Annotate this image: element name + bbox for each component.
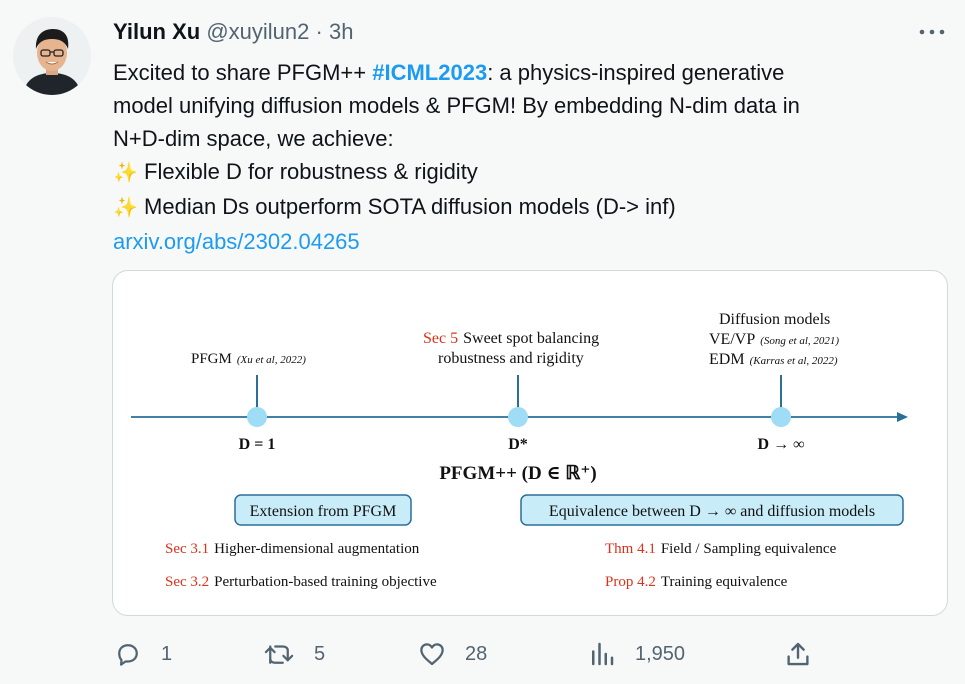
node-dinf xyxy=(771,407,791,427)
thm41-ref: Thm 4.1 xyxy=(605,541,656,557)
tweet-bullet-2: Median Ds outperform SOTA diffusion mode… xyxy=(137,194,676,219)
author-name[interactable]: Yilun Xu xyxy=(113,19,200,44)
sec31-text: Higher-dimensional augmentation xyxy=(214,541,420,557)
prop42-ref: Prop 4.2 xyxy=(605,574,656,590)
edm-label: EDM xyxy=(709,351,745,368)
like-button[interactable]: 28 xyxy=(417,636,487,672)
reply-icon xyxy=(118,644,138,666)
tweet-bullet-1: Flexible D for robustness & rigidity xyxy=(137,159,478,184)
sec32-text: Perturbation-based training objective xyxy=(214,574,437,590)
sec5-ref: Sec 5 xyxy=(423,330,458,347)
svg-text:PFGM(Xu et al, 2022): PFGM (Xu et al, 2022) xyxy=(191,351,306,367)
heart-icon xyxy=(420,643,444,666)
svg-text:Sec 5Sweet spot balancing: Sec 5 Sweet spot balancing xyxy=(423,330,599,347)
reply-button[interactable]: 1 xyxy=(113,636,172,672)
tweet-text-l2: model unifying diffusion models & PFGM! … xyxy=(113,93,800,118)
tweet-text-l3: N+D-dim space, we achieve: xyxy=(113,126,394,151)
tweet-text-l1-pre: Excited to share PFGM++ xyxy=(113,60,373,85)
svg-text:VE/VP(Song et al, 2021): VE/VP (Song et al, 2021) xyxy=(709,331,839,348)
box-equivalence-label: Equivalence between D → ∞ and diffusion … xyxy=(549,503,875,520)
dinf-label: D → ∞ xyxy=(758,436,805,453)
timestamp[interactable]: 3h xyxy=(329,19,353,44)
views-count: 1,950 xyxy=(635,642,686,665)
retweet-count: 5 xyxy=(314,642,326,665)
figure-title: PFGM++ (D ∈ ℝ⁺) xyxy=(439,463,596,484)
svg-text:Sec 3.1Higher-dimensional augm: Sec 3.1 Higher-dimensional augmentation xyxy=(165,541,420,557)
node-d1 xyxy=(247,407,267,427)
hashtag-link[interactable]: #ICML2023 xyxy=(372,60,487,85)
svg-text:Thm 4.1Field / Sampling equiva: Thm 4.1 Field / Sampling equivalence xyxy=(605,541,837,557)
retweet-button[interactable]: 5 xyxy=(262,636,325,672)
views-button[interactable]: 1,950 xyxy=(587,636,685,672)
views-icon xyxy=(592,642,614,666)
box-extension-label: Extension from PFGM xyxy=(250,503,397,520)
retweet-icon xyxy=(264,645,294,664)
axis-arrowhead xyxy=(897,412,908,422)
dstar-label: D* xyxy=(508,436,528,453)
vevp-citation: (Song et al, 2021) xyxy=(760,335,839,347)
svg-text:Prop 4.2Training equivalence: Prop 4.2 Training equivalence xyxy=(605,574,788,590)
d1-label: D = 1 xyxy=(239,436,276,453)
sec31-ref: Sec 3.1 xyxy=(165,541,209,557)
tweet-header: Yilun Xu @xuyilun2 · 3h xyxy=(113,18,353,46)
pfgm-citation: (Xu et al, 2022) xyxy=(237,354,306,366)
vevp-label: VE/VP xyxy=(709,331,755,348)
diffusion-models-label: Diffusion models xyxy=(719,311,830,328)
arxiv-link[interactable]: arxiv.org/abs/2302.04265 xyxy=(113,225,933,258)
author-handle[interactable]: @xuyilun2 xyxy=(206,19,309,44)
media-card[interactable]: PFGM (Xu et al, 2022) Sec 5 Sweet spot bal… xyxy=(112,270,948,616)
prop42-text: Training equivalence xyxy=(661,574,788,590)
sparkles-icon: ✨ xyxy=(113,162,138,184)
share-icon xyxy=(787,642,809,666)
action-bar: 1 5 28 1,950 xyxy=(0,636,965,672)
sec32-ref: Sec 3.2 xyxy=(165,574,209,590)
sweet-spot-line2: robustness and rigidity xyxy=(438,350,584,367)
svg-text:Sec 3.2Perturbation-based trai: Sec 3.2 Perturbation-based training objec… xyxy=(165,574,437,590)
sweet-spot-line1: Sweet spot balancing xyxy=(463,330,599,347)
separator: · xyxy=(315,19,323,44)
pfgm-label: PFGM xyxy=(191,351,232,367)
tweet-text-l1-post: : a physics-inspired generative xyxy=(487,60,785,85)
node-dstar xyxy=(508,407,528,427)
reply-count: 1 xyxy=(161,642,173,665)
tweet-text: Excited to share PFGM++ #ICML2023: a phy… xyxy=(113,56,933,258)
like-count: 28 xyxy=(465,642,488,665)
thm41-text: Field / Sampling equivalence xyxy=(661,541,837,557)
svg-text:EDM(Karras et al, 2022): EDM (Karras et al, 2022) xyxy=(709,351,838,368)
edm-citation: (Karras et al, 2022) xyxy=(750,355,838,367)
avatar[interactable] xyxy=(13,17,91,95)
sparkles-icon: ✨ xyxy=(113,197,138,219)
share-button[interactable] xyxy=(783,636,831,672)
more-icon[interactable] xyxy=(916,18,948,46)
